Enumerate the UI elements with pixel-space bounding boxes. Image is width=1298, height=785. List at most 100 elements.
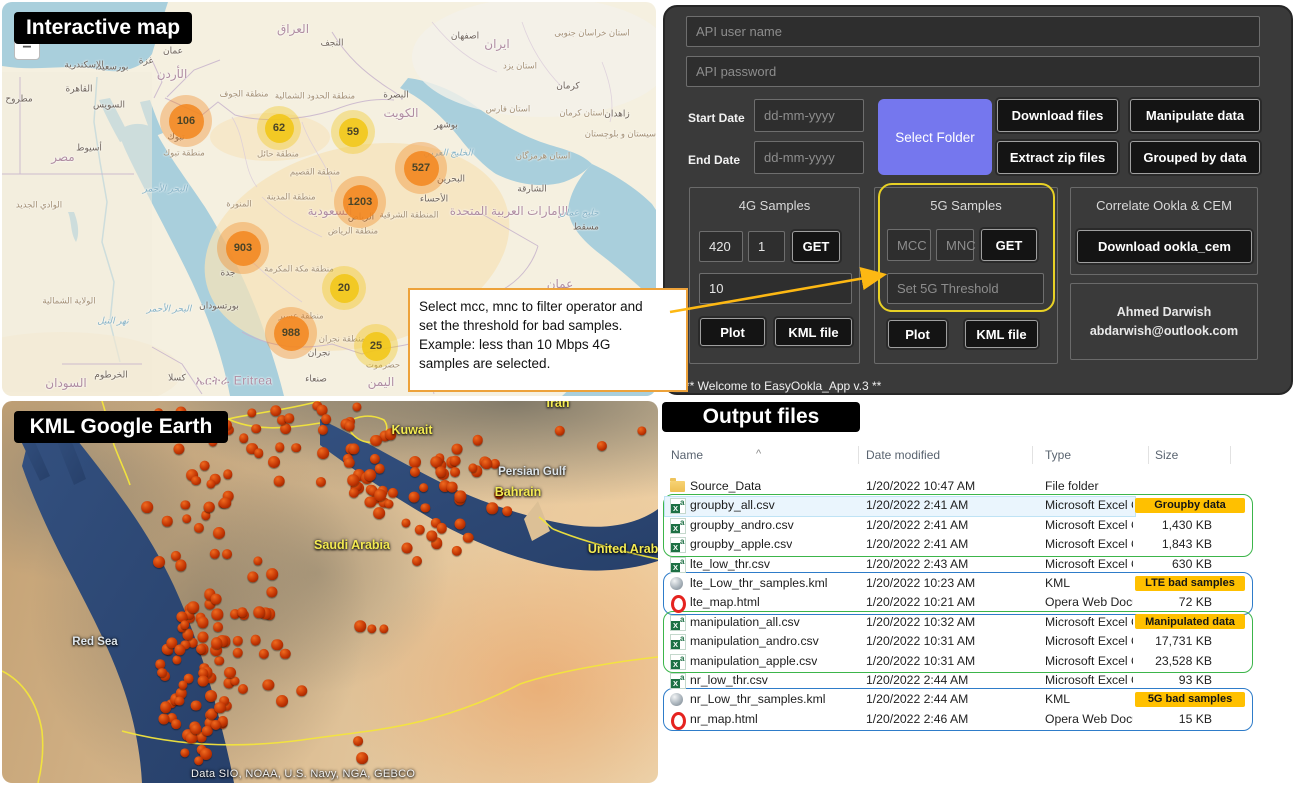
kml-placemark[interactable] xyxy=(191,476,201,486)
4g-threshold-input[interactable]: 10 xyxy=(699,273,852,304)
kml-placemark[interactable] xyxy=(207,479,216,488)
column-divider[interactable] xyxy=(1032,446,1033,464)
kml-placemark[interactable] xyxy=(502,506,512,516)
download-ookla-cem-button[interactable]: Download ookla_cem xyxy=(1077,230,1252,263)
map-cluster-marker[interactable]: 20 xyxy=(322,266,366,310)
kml-placemark[interactable] xyxy=(174,444,185,455)
kml-placemark[interactable] xyxy=(254,448,264,458)
column-header-size[interactable]: Size xyxy=(1155,448,1178,462)
kml-placemark[interactable] xyxy=(347,474,359,486)
kml-placemark[interactable] xyxy=(356,752,368,764)
5g-plot-button[interactable]: Plot xyxy=(888,320,947,348)
4g-get-button[interactable]: GET xyxy=(792,231,840,262)
4g-mnc-input[interactable]: 1 xyxy=(748,231,785,262)
map-cluster-marker[interactable]: 25 xyxy=(354,324,398,368)
map-cluster-marker[interactable]: 527 xyxy=(395,142,447,194)
kml-placemark[interactable] xyxy=(370,435,382,447)
api-password-input[interactable]: API password xyxy=(686,56,1260,87)
kml-placemark[interactable] xyxy=(211,637,223,649)
map-cluster-marker[interactable]: 62 xyxy=(257,106,301,150)
kml-placemark[interactable] xyxy=(412,556,422,566)
kml-placemark[interactable] xyxy=(353,736,363,746)
map-cluster-marker[interactable]: 106 xyxy=(160,95,212,147)
column-header-name[interactable]: Name xyxy=(671,448,703,462)
5g-kml-button[interactable]: KML file xyxy=(965,320,1038,348)
google-earth-view[interactable]: KML Google Earth KuwaitIranPersian GulfB… xyxy=(2,401,658,783)
kml-placemark[interactable] xyxy=(463,532,474,543)
file-row[interactable]: Xalte_low_thr.csv1/20/2022 2:43 AMMicros… xyxy=(662,555,1262,574)
file-row[interactable]: Source_Data1/20/2022 10:47 AMFile folder xyxy=(662,477,1262,496)
file-row[interactable]: Xamanipulation_all.csv1/20/2022 10:32 AM… xyxy=(662,613,1262,632)
file-row[interactable]: lte_Low_thr_samples.kml1/20/2022 10:23 A… xyxy=(662,574,1262,593)
kml-placemark[interactable] xyxy=(224,667,236,679)
kml-placemark[interactable] xyxy=(317,448,329,460)
select-folder-button[interactable]: Select Folder xyxy=(878,99,992,175)
start-date-input[interactable]: dd-mm-yyyy xyxy=(754,99,864,132)
kml-placemark[interactable] xyxy=(231,677,240,686)
file-row[interactable]: Xanr_low_thr.csv1/20/2022 2:44 AMMicroso… xyxy=(662,671,1262,690)
kml-placemark[interactable] xyxy=(419,483,429,493)
column-divider[interactable] xyxy=(1148,446,1149,464)
kml-placemark[interactable] xyxy=(402,518,411,527)
kml-placemark[interactable] xyxy=(204,502,215,513)
manipulate-data-button[interactable]: Manipulate data xyxy=(1130,99,1260,132)
kml-placemark[interactable] xyxy=(472,435,483,446)
kml-placemark[interactable] xyxy=(285,414,295,424)
map-cluster-marker[interactable]: 903 xyxy=(217,222,269,274)
kml-placemark[interactable] xyxy=(213,622,223,632)
kml-placemark[interactable] xyxy=(194,756,204,766)
column-divider[interactable] xyxy=(1230,446,1231,464)
end-date-input[interactable]: dd-mm-yyyy xyxy=(754,141,864,174)
file-row[interactable]: nr_map.html1/20/2022 2:46 AMOpera Web Do… xyxy=(662,710,1262,729)
kml-placemark[interactable] xyxy=(171,719,181,729)
4g-mcc-input[interactable]: 420 xyxy=(699,231,743,262)
grouped-by-data-button[interactable]: Grouped by data xyxy=(1130,141,1260,174)
kml-placemark[interactable] xyxy=(450,455,461,466)
column-header-date-modified[interactable]: Date modified xyxy=(866,448,940,462)
file-row[interactable]: Xagroupby_andro.csv1/20/2022 2:41 AMMicr… xyxy=(662,516,1262,535)
kml-placemark[interactable] xyxy=(276,695,288,707)
kml-placemark[interactable] xyxy=(268,456,280,468)
kml-placemark[interactable] xyxy=(182,514,192,524)
map-cluster-marker[interactable]: 59 xyxy=(331,110,375,154)
kml-placemark[interactable] xyxy=(447,481,458,492)
kml-placemark[interactable] xyxy=(266,568,278,580)
5g-mnc-input[interactable]: MNC xyxy=(936,229,974,261)
kml-placemark[interactable] xyxy=(205,690,217,702)
kml-placemark[interactable] xyxy=(196,644,206,654)
kml-placemark[interactable] xyxy=(354,620,366,632)
kml-placemark[interactable] xyxy=(238,684,248,694)
file-row[interactable]: Xamanipulation_apple.csv1/20/2022 10:31 … xyxy=(662,652,1262,671)
kml-placemark[interactable] xyxy=(450,467,460,477)
kml-placemark[interactable] xyxy=(157,668,167,678)
kml-placemark[interactable] xyxy=(190,700,201,711)
kml-placemark[interactable] xyxy=(222,549,232,559)
kml-placemark[interactable] xyxy=(408,491,419,502)
kml-placemark[interactable] xyxy=(198,676,209,687)
kml-placemark[interactable] xyxy=(191,723,202,734)
kml-placemark[interactable] xyxy=(141,502,153,514)
kml-placemark[interactable] xyxy=(199,460,210,471)
kml-placemark[interactable] xyxy=(274,476,285,487)
kml-placemark[interactable] xyxy=(374,507,386,519)
5g-get-button[interactable]: GET xyxy=(981,229,1037,261)
kml-placemark[interactable] xyxy=(401,542,412,553)
file-row[interactable]: Xamanipulation_andro.csv1/20/2022 10:31 … xyxy=(662,632,1262,651)
file-row[interactable]: lte_map.html1/20/2022 10:21 AMOpera Web … xyxy=(662,593,1262,612)
kml-placemark[interactable] xyxy=(210,594,221,605)
kml-placemark[interactable] xyxy=(291,443,301,453)
map-cluster-marker[interactable]: 1203 xyxy=(334,176,386,228)
kml-placemark[interactable] xyxy=(187,601,199,613)
5g-threshold-input[interactable]: Set 5G Threshold xyxy=(887,273,1044,304)
kml-placemark[interactable] xyxy=(455,519,466,530)
5g-mcc-input[interactable]: MCC xyxy=(887,229,931,261)
extract-zip-button[interactable]: Extract zip files xyxy=(997,141,1118,174)
map-cluster-marker[interactable]: 988 xyxy=(265,307,317,359)
file-row[interactable]: Xagroupby_all.csv1/20/2022 2:41 AMMicros… xyxy=(662,496,1262,515)
4g-kml-button[interactable]: KML file xyxy=(775,318,852,346)
kml-placemark[interactable] xyxy=(364,469,376,481)
file-row[interactable]: nr_Low_thr_samples.kml1/20/2022 2:44 AMK… xyxy=(662,690,1262,709)
kml-placemark[interactable] xyxy=(322,415,332,425)
file-row[interactable]: Xagroupby_apple.csv1/20/2022 2:41 AMMicr… xyxy=(662,535,1262,554)
kml-placemark[interactable] xyxy=(153,556,165,568)
